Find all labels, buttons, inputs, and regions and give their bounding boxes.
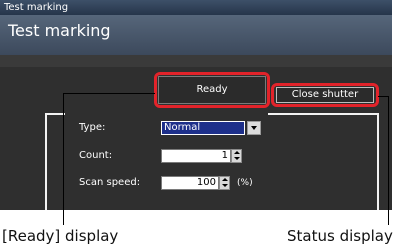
chevron-down-icon[interactable] [247, 121, 261, 135]
header-divider-bar [0, 55, 392, 67]
status-display-caption: Status display [287, 227, 393, 245]
window-titlebar: Test marking [0, 0, 392, 15]
scan-speed-label: Scan speed: [79, 177, 141, 188]
ready-leader-vertical [63, 93, 64, 225]
panel-border-left [45, 113, 47, 210]
panel-border-top-right [268, 113, 378, 115]
panel-border-right [377, 113, 379, 210]
count-spinner[interactable] [231, 149, 242, 163]
count-label: Count: [79, 150, 113, 161]
count-input[interactable]: 1 [161, 149, 231, 163]
scan-speed-input[interactable]: 100 [161, 176, 219, 190]
status-leader-vertical [388, 96, 389, 225]
type-label: Type: [79, 122, 106, 133]
ready-leader-horizontal [63, 93, 155, 94]
status-callout-box [271, 83, 379, 107]
ready-display-caption: [Ready] display [2, 227, 119, 245]
scan-speed-spinner[interactable] [219, 176, 230, 190]
panel-border-top-left [45, 113, 65, 115]
scan-speed-unit: (%) [237, 178, 253, 188]
type-select[interactable]: Normal [161, 121, 245, 135]
ready-callout-box [154, 72, 270, 108]
page-title: Test marking [0, 15, 392, 55]
